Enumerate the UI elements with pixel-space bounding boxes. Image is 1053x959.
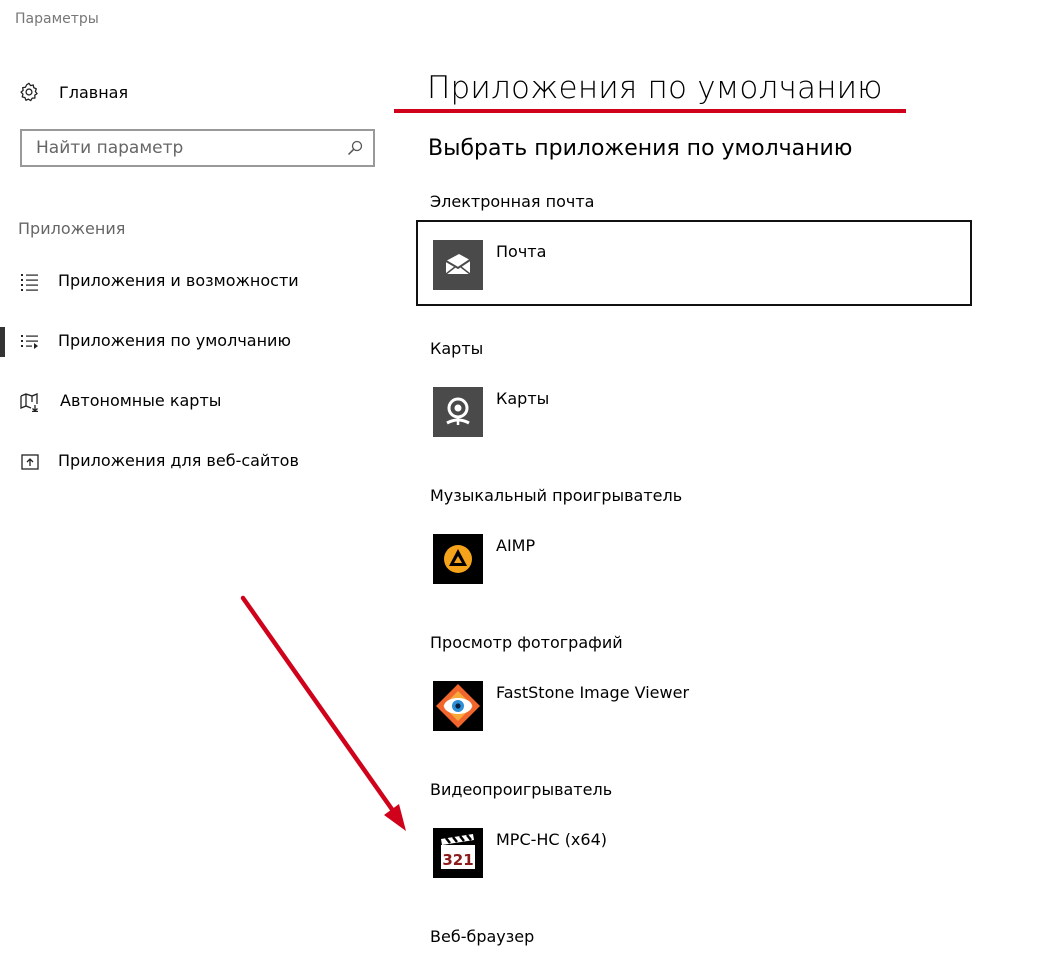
annotation-arrow [240, 595, 406, 831]
